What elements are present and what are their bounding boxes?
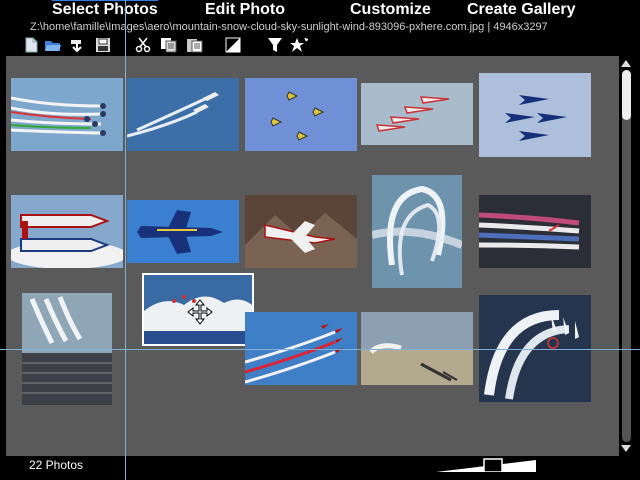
- scroll-down-arrow-icon[interactable]: [621, 445, 631, 452]
- photo-thunderbird-over-mountains[interactable]: [245, 195, 357, 268]
- photo-two-jets-smoke-trails[interactable]: [127, 78, 239, 151]
- photo-blue-hornet-jet[interactable]: [127, 200, 239, 263]
- tab-customize[interactable]: Customize: [350, 1, 431, 19]
- photo-smoke-trails-over-building[interactable]: [22, 293, 112, 405]
- sparkle-icon[interactable]: [290, 36, 308, 54]
- photo-colored-smoke-trails[interactable]: [479, 195, 591, 268]
- paste-icon[interactable]: [186, 36, 204, 54]
- photo-red-arrows-smoke-trails[interactable]: [245, 312, 357, 385]
- photo-smoke-loop-sky[interactable]: [372, 175, 462, 288]
- photo-grid[interactable]: [6, 56, 619, 456]
- photo-red-white-jets-formation[interactable]: [361, 83, 473, 145]
- contrast-icon[interactable]: [224, 36, 242, 54]
- photo-blue-angels-formation-smoke[interactable]: [11, 78, 123, 151]
- filter-icon[interactable]: [266, 36, 284, 54]
- photo-smoke-arch-formation[interactable]: [479, 295, 591, 402]
- scroll-up-arrow-icon[interactable]: [621, 60, 631, 67]
- import-icon[interactable]: [68, 36, 86, 54]
- tab-edit-photo[interactable]: Edit Photo: [205, 1, 285, 19]
- cut-icon[interactable]: [134, 36, 152, 54]
- scroll-thumb[interactable]: [622, 70, 631, 120]
- save-icon[interactable]: [94, 36, 112, 54]
- photo-thunderbirds-mirror-formation[interactable]: [11, 195, 123, 268]
- photo-four-yellow-jets-blue-sky[interactable]: [245, 78, 357, 151]
- tab-bar: Select Photos Edit Photo Customize Creat…: [0, 0, 640, 20]
- photo-blue-angels-delta-formation[interactable]: [479, 73, 591, 157]
- photo-jets-over-landscape[interactable]: [361, 312, 473, 385]
- tab-create-gallery[interactable]: Create Gallery: [467, 1, 576, 19]
- tab-select-photos[interactable]: Select Photos: [52, 0, 158, 19]
- file-path-bar: Z:\home\famille\Images\aero\mountain-sno…: [30, 21, 548, 33]
- open-folder-icon[interactable]: [44, 36, 62, 54]
- thumbnail-size-slider[interactable]: [436, 458, 536, 473]
- toolbar: [6, 34, 634, 56]
- copy-icon[interactable]: [160, 36, 178, 54]
- scroll-track[interactable]: [622, 70, 631, 442]
- vertical-scrollbar[interactable]: [619, 56, 634, 456]
- photo-jets-over-clouds-selected[interactable]: [142, 273, 254, 346]
- status-bar: 22 Photos: [6, 456, 634, 476]
- new-file-icon[interactable]: [22, 36, 40, 54]
- photo-count-label: 22 Photos: [29, 458, 84, 472]
